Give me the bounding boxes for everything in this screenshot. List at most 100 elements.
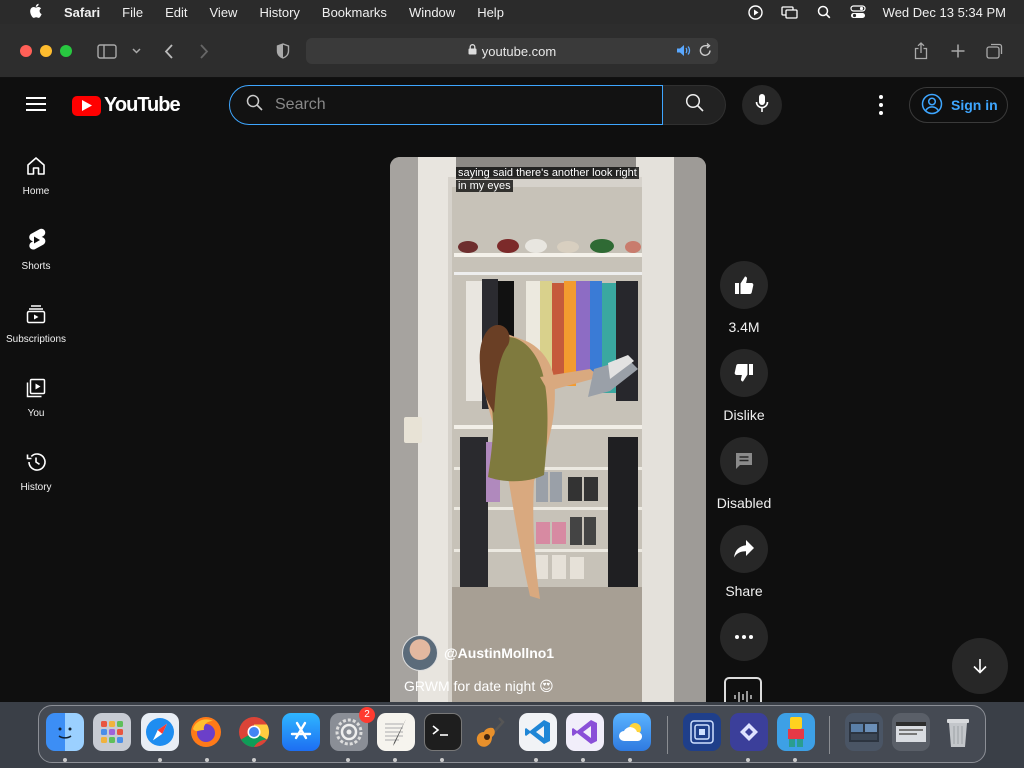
masthead: YouTube Sign in — [0, 78, 1024, 134]
dislike-button[interactable] — [720, 349, 768, 397]
system-settings-icon[interactable]: 2 — [330, 707, 375, 751]
search-box[interactable] — [229, 85, 663, 125]
launchpad-icon[interactable] — [93, 713, 131, 751]
close-window-button[interactable] — [20, 45, 32, 57]
recent-window-thumbnail[interactable] — [845, 713, 883, 751]
search-button[interactable] — [663, 85, 726, 125]
youtube-page: YouTube Sign in — [0, 78, 1024, 702]
recent-window-thumbnail[interactable] — [892, 713, 930, 751]
spotlight-search-icon[interactable] — [815, 5, 833, 19]
game-app-icon[interactable] — [777, 713, 815, 751]
channel-handle[interactable]: @AustinMollno1 — [444, 645, 554, 661]
nav-item-subscriptions[interactable]: Subscriptions — [0, 292, 72, 356]
search-input[interactable] — [275, 96, 635, 114]
more-actions-button[interactable] — [720, 613, 768, 661]
like-button[interactable] — [720, 261, 768, 309]
share-icon[interactable] — [911, 41, 931, 61]
nav-item-you[interactable]: You — [0, 366, 72, 430]
privacy-shield-icon[interactable] — [273, 41, 293, 61]
dock: 2 — [38, 705, 986, 763]
microphone-icon — [755, 93, 769, 118]
more-options-icon[interactable] — [870, 93, 892, 117]
nav-item-shorts[interactable]: Shorts — [0, 218, 72, 282]
window-manager-icon[interactable] — [683, 713, 721, 751]
comments-button[interactable] — [720, 437, 768, 485]
guide-menu-icon[interactable] — [26, 97, 46, 111]
menu-window[interactable]: Window — [398, 5, 466, 20]
nav-label-subscriptions: Subscriptions — [5, 334, 67, 345]
youtube-logo[interactable]: YouTube — [72, 94, 181, 117]
address-bar[interactable]: youtube.com — [306, 38, 718, 64]
menu-bookmarks[interactable]: Bookmarks — [311, 5, 398, 20]
weather-icon[interactable] — [613, 713, 651, 751]
menubar-clock[interactable]: Wed Dec 13 5:34 PM — [883, 5, 1006, 20]
more-actions — [718, 613, 770, 661]
app-menu-safari[interactable]: Safari — [53, 5, 111, 20]
chevron-down-icon[interactable] — [126, 41, 146, 61]
dock-separator — [829, 716, 830, 754]
next-video-button[interactable] — [952, 638, 1008, 694]
channel-avatar[interactable] — [402, 635, 438, 671]
shortcut-app-icon[interactable] — [730, 713, 768, 751]
finder-icon[interactable] — [46, 713, 84, 751]
account-icon — [921, 93, 943, 118]
url-text: youtube.com — [481, 43, 557, 59]
dislike-action: Dislike — [718, 349, 770, 423]
nav-item-history[interactable]: History — [0, 440, 72, 504]
subscriptions-icon — [25, 303, 47, 328]
textedit-icon[interactable] — [377, 713, 415, 751]
sound-thumbnail-button[interactable] — [724, 677, 762, 702]
comments-action: Disabled — [716, 437, 772, 511]
caption-line-2: in my eyes — [456, 180, 513, 192]
control-center-icon[interactable] — [849, 5, 867, 19]
minimize-window-button[interactable] — [40, 45, 52, 57]
new-tab-icon[interactable] — [948, 41, 968, 61]
back-button-icon[interactable] — [158, 41, 178, 61]
vscode-icon[interactable] — [519, 713, 557, 751]
trash-icon[interactable] — [939, 713, 977, 751]
app-store-icon[interactable] — [282, 713, 320, 751]
running-indicator — [793, 758, 797, 762]
forward-button-icon[interactable] — [194, 41, 214, 61]
reload-icon[interactable] — [699, 42, 712, 60]
settings-badge: 2 — [359, 707, 375, 723]
channel-info[interactable]: @AustinMollno1 — [402, 635, 554, 671]
chrome-icon[interactable] — [235, 713, 273, 751]
menu-help[interactable]: Help — [466, 5, 515, 20]
menu-history[interactable]: History — [248, 5, 310, 20]
terminal-icon[interactable] — [424, 713, 462, 751]
comment-icon — [736, 453, 752, 469]
screen-mirroring-icon[interactable] — [781, 5, 799, 19]
share-label: Share — [725, 583, 763, 599]
voice-search-button[interactable] — [742, 85, 782, 125]
running-indicator — [346, 758, 350, 762]
tab-overview-icon[interactable] — [985, 41, 1005, 61]
menu-edit[interactable]: Edit — [154, 5, 198, 20]
visual-studio-icon[interactable] — [566, 713, 604, 751]
video-title[interactable]: GRWM for date night 😍 — [404, 678, 554, 695]
menu-file[interactable]: File — [111, 5, 154, 20]
garageband-icon[interactable] — [471, 713, 509, 751]
running-indicator — [534, 758, 538, 762]
comments-label: Disabled — [716, 495, 772, 511]
zoom-window-button[interactable] — [60, 45, 72, 57]
safari-toolbar: youtube.com — [0, 24, 1024, 78]
nav-label-you: You — [27, 408, 45, 419]
safari-icon[interactable] — [141, 713, 179, 751]
share-button[interactable] — [720, 525, 768, 573]
audio-waveform-icon — [734, 691, 752, 702]
shorts-video-player[interactable]: saying said there's another look right i… — [390, 157, 706, 702]
sign-in-button[interactable]: Sign in — [909, 87, 1008, 123]
history-icon — [25, 451, 47, 476]
youtube-play-icon — [72, 95, 101, 116]
nav-item-home[interactable]: Home — [0, 144, 72, 208]
now-playing-icon[interactable] — [747, 4, 765, 20]
dislike-label: Dislike — [723, 407, 765, 423]
sidebar-toggle-icon[interactable] — [97, 41, 117, 61]
you-icon — [25, 377, 47, 402]
audio-playing-icon[interactable] — [676, 44, 691, 60]
thumbs-up-icon — [735, 276, 754, 294]
apple-menu-icon[interactable] — [18, 3, 53, 21]
menu-view[interactable]: View — [199, 5, 249, 20]
firefox-icon[interactable] — [187, 713, 225, 751]
